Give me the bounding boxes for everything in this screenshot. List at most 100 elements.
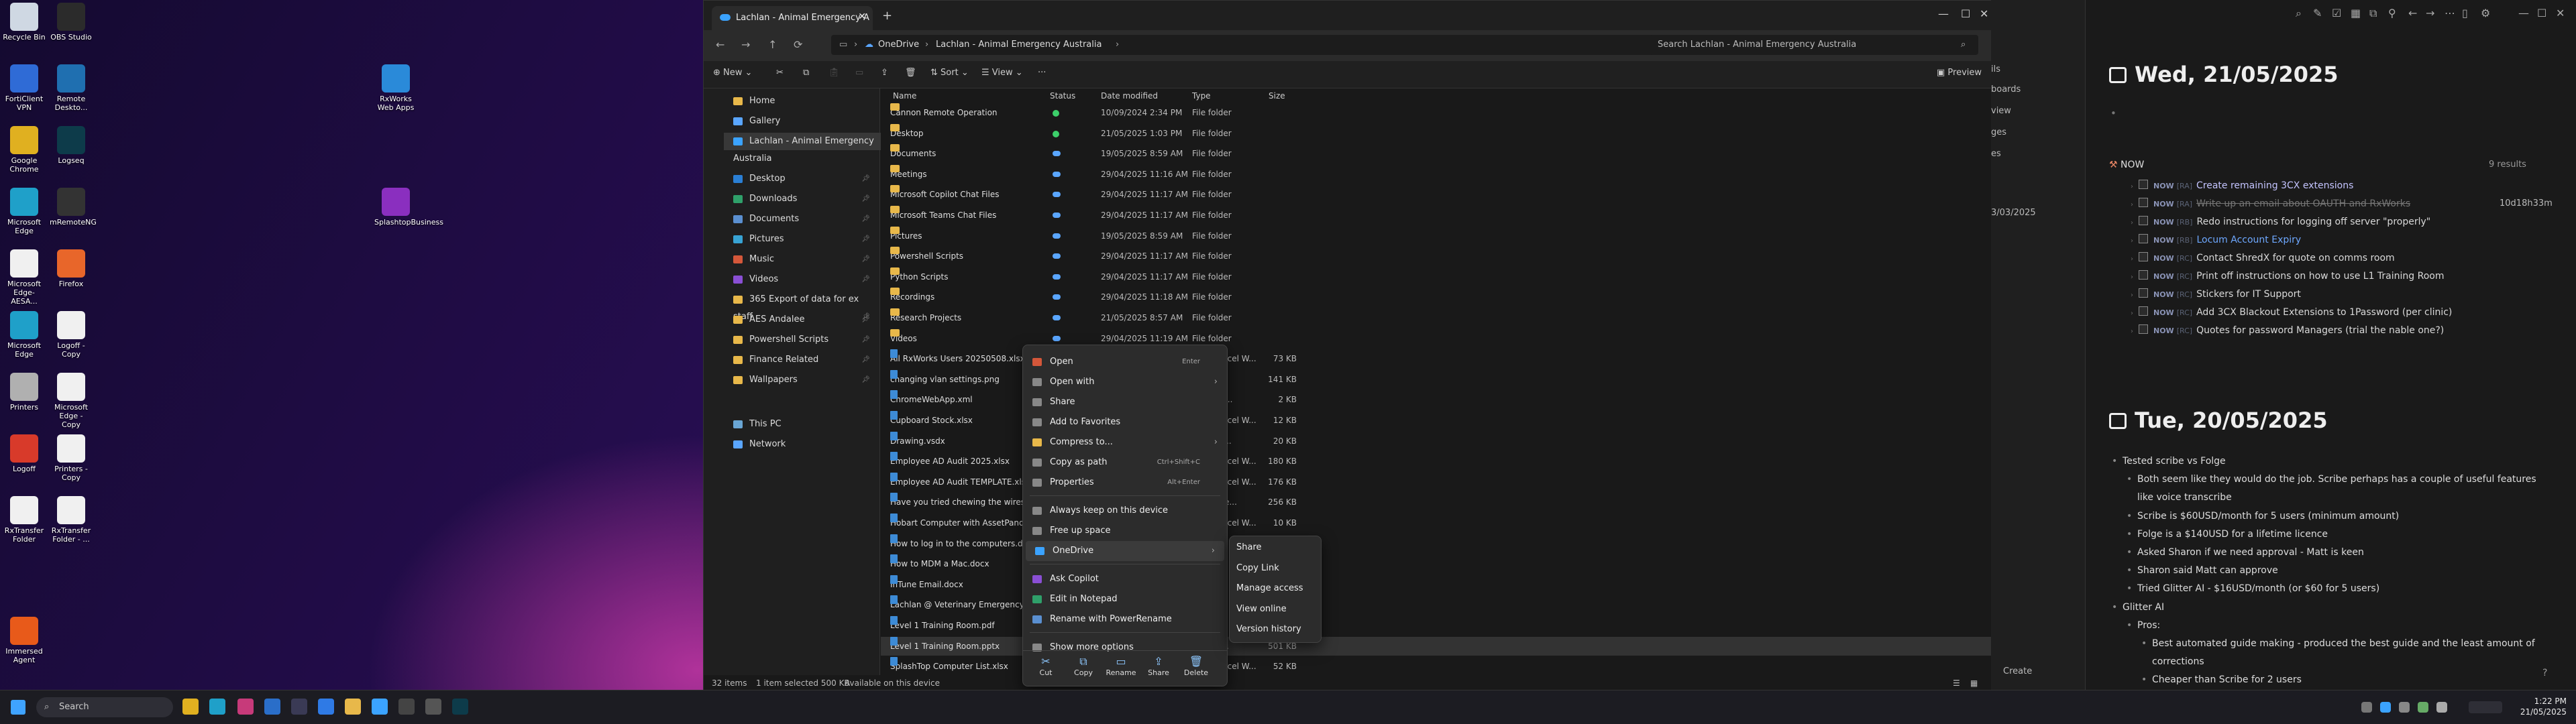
left-nav-item[interactable]: ils [1991, 64, 2000, 74]
task-checkbox[interactable] [2139, 216, 2148, 225]
task-item[interactable]: › NOW [RA] Write up an email about OAUTH an… [2131, 195, 2410, 213]
view-button[interactable]: ☰ View ⌄ [981, 68, 1023, 78]
task-checkbox[interactable] [2139, 306, 2148, 316]
quick-action-rename[interactable]: ▭ Rename [1102, 655, 1140, 677]
network-volume-battery[interactable] [2469, 701, 2502, 713]
journal-block[interactable]: Folge is a $140USD for a lifetime licenc… [2127, 526, 2328, 542]
tray-icon[interactable] [2399, 702, 2410, 713]
copy-icon[interactable]: ⧉ [2369, 7, 2377, 20]
journal-block[interactable]: Cheaper than Scribe for 2 users [2141, 672, 2302, 688]
desktop-icon[interactable]: Microsoft Edge-AESA... [3, 249, 46, 306]
tray-icon[interactable] [2380, 702, 2391, 713]
sidebar-item[interactable]: Lachlan - Animal Emergency Australia [724, 133, 884, 164]
search-box[interactable]: Search Lachlan - Animal Emergency Austra… [1650, 35, 1978, 55]
close-window-button[interactable]: ✕ [2556, 7, 2565, 19]
refresh-icon[interactable]: ⟳ [794, 38, 802, 51]
desktop-icon[interactable]: OBS Studio [50, 3, 93, 42]
back-icon[interactable]: ← [2408, 7, 2417, 19]
close-window-button[interactable]: ✕ [1980, 7, 1988, 20]
up-icon[interactable]: ↑ [768, 38, 777, 51]
task-checkbox[interactable] [2139, 288, 2148, 298]
edit-icon[interactable]: ✎ [2313, 7, 2322, 19]
settings-icon[interactable]: ⚙ [2481, 7, 2490, 19]
todo-icon[interactable]: ☑ [2332, 7, 2341, 19]
desktop-icon[interactable]: Firefox [50, 249, 93, 288]
onedrive-submenu-item[interactable]: Version history [1236, 619, 1301, 640]
context-menu-item[interactable]: Edit in Notepad [1023, 589, 1227, 609]
table-row[interactable]: Powershell Scripts 29/04/2025 11:17 AM Fil… [881, 247, 1992, 265]
desktop-icon[interactable]: Microsoft Edge - Copy [50, 373, 93, 429]
chrome-icon[interactable] [182, 699, 199, 715]
breadcrumb-folder[interactable]: Lachlan - Animal Emergency Australia [936, 40, 1102, 50]
task-item[interactable]: › NOW [RC] Quotes for password Managers (tr… [2131, 322, 2444, 339]
left-nav-item[interactable]: 3/03/2025 [1991, 208, 2036, 218]
desktop-icon[interactable]: Recycle Bin [3, 3, 46, 42]
tray-icon[interactable] [2418, 702, 2428, 713]
new-button[interactable]: ⊕ New ⌄ [713, 68, 752, 78]
desktop-icon[interactable]: Immersed Agent [3, 617, 46, 664]
task-checkbox[interactable] [2139, 324, 2148, 334]
paste-icon[interactable]: 📋︎ [828, 68, 840, 78]
copy-icon[interactable]: ⧉ [803, 68, 809, 78]
context-menu-item[interactable]: Share [1023, 392, 1227, 412]
new-tab-button[interactable]: + [882, 9, 892, 23]
sidebar-item[interactable]: Music 📌︎ [733, 251, 874, 268]
desktop-icon[interactable]: Logoff - Copy [50, 311, 93, 359]
task-checkbox[interactable] [2139, 180, 2148, 189]
task-item[interactable]: › NOW [RC] Contact ShredX for quote on comm… [2131, 249, 2395, 267]
outlook-icon[interactable] [264, 699, 280, 715]
journal-block[interactable]: Scribe is $60USD/month for 5 users (mini… [2127, 508, 2399, 524]
calendar-icon[interactable]: ▦ [2351, 7, 2361, 19]
journal-block[interactable]: Glitter AI [2112, 599, 2164, 615]
left-nav-item[interactable]: view [1991, 106, 2011, 116]
teams-icon[interactable] [318, 699, 334, 715]
edge-icon[interactable] [209, 699, 225, 715]
sidebar-toggle-icon[interactable]: ▯ [2462, 7, 2468, 19]
journal-block[interactable]: Both seem like they would do the job. Sc… [2127, 471, 2536, 487]
snipping-icon[interactable] [425, 699, 441, 715]
task-item[interactable]: › NOW [RB] Locum Account Expiry [2131, 231, 2301, 249]
desktop-icon[interactable]: SplashtopBusiness [374, 188, 443, 227]
sidebar-item[interactable]: Videos 📌︎ [733, 271, 874, 288]
taskbar-clock[interactable]: 1:22 PM 21/05/2025 [2520, 696, 2567, 717]
table-row[interactable]: Pictures 19/05/2025 8:59 AM File folder [881, 226, 1992, 245]
maximize-button[interactable]: ☐ [2537, 7, 2546, 19]
table-row[interactable]: Cannon Remote Operation 10/09/2024 2:34 P… [881, 103, 1992, 122]
sidebar-item[interactable]: Finance Related 📌︎ [733, 351, 874, 369]
task-checkbox[interactable] [2139, 198, 2148, 207]
back-icon[interactable]: ← [716, 38, 724, 51]
terminal-icon[interactable] [291, 699, 307, 715]
sidebar-item[interactable]: Downloads 📌︎ [733, 190, 874, 208]
tray-icon[interactable] [2361, 702, 2372, 713]
forward-icon[interactable]: → [741, 38, 750, 51]
column-status[interactable]: Status [1050, 88, 1075, 103]
left-nav-item[interactable]: boards [1991, 84, 2021, 95]
table-row[interactable]: Microsoft Copilot Chat Files 29/04/2025 1… [881, 185, 1992, 204]
onedrive-submenu-item[interactable]: View online [1236, 599, 1287, 619]
left-nav-item[interactable]: ges [1991, 127, 2006, 137]
left-nav-item[interactable]: Create [2003, 666, 2032, 676]
task-item[interactable]: › NOW [RB] Redo instructions for logging of… [2131, 213, 2430, 231]
sort-button[interactable]: ⇅ Sort ⌄ [930, 68, 969, 78]
sidebar-item[interactable]: AES Andalee 📌︎ [733, 311, 874, 328]
table-row[interactable]: Microsoft Teams Chat Files 29/04/2025 11:… [881, 206, 1992, 225]
rename-icon[interactable]: ▭ [855, 68, 863, 78]
app-icon[interactable] [398, 699, 415, 715]
context-menu-item[interactable]: Open with › [1023, 372, 1227, 392]
desktop-icon[interactable]: Printers - Copy [50, 434, 93, 482]
breadcrumb-onedrive[interactable]: OneDrive [878, 40, 919, 50]
desktop-icon[interactable]: FortiClient VPN [3, 64, 46, 112]
context-menu-item[interactable]: Free up space [1023, 521, 1227, 541]
onedrive-submenu-item[interactable]: Manage access [1236, 579, 1303, 599]
close-tab-icon[interactable]: ✕ [858, 11, 866, 22]
onedrive-submenu-item[interactable]: Share [1236, 538, 1262, 558]
context-menu-item[interactable]: Ask Copilot [1023, 569, 1227, 589]
taskbar-search[interactable]: Search ⌕ [36, 697, 173, 717]
desktop-icon[interactable]: Printers [3, 373, 46, 412]
more-options-icon[interactable]: ··· [1038, 68, 1046, 78]
context-menu-item[interactable]: Always keep on this device [1023, 501, 1227, 521]
task-checkbox[interactable] [2139, 270, 2148, 280]
journal-block[interactable]: Tried Glitter AI - $16USD/month (or $60 … [2127, 581, 2379, 597]
table-row[interactable]: Research Projects 21/05/2025 8:57 AM File … [881, 308, 1992, 327]
task-item[interactable]: › NOW [RC] Stickers for IT Support [2131, 286, 2301, 303]
